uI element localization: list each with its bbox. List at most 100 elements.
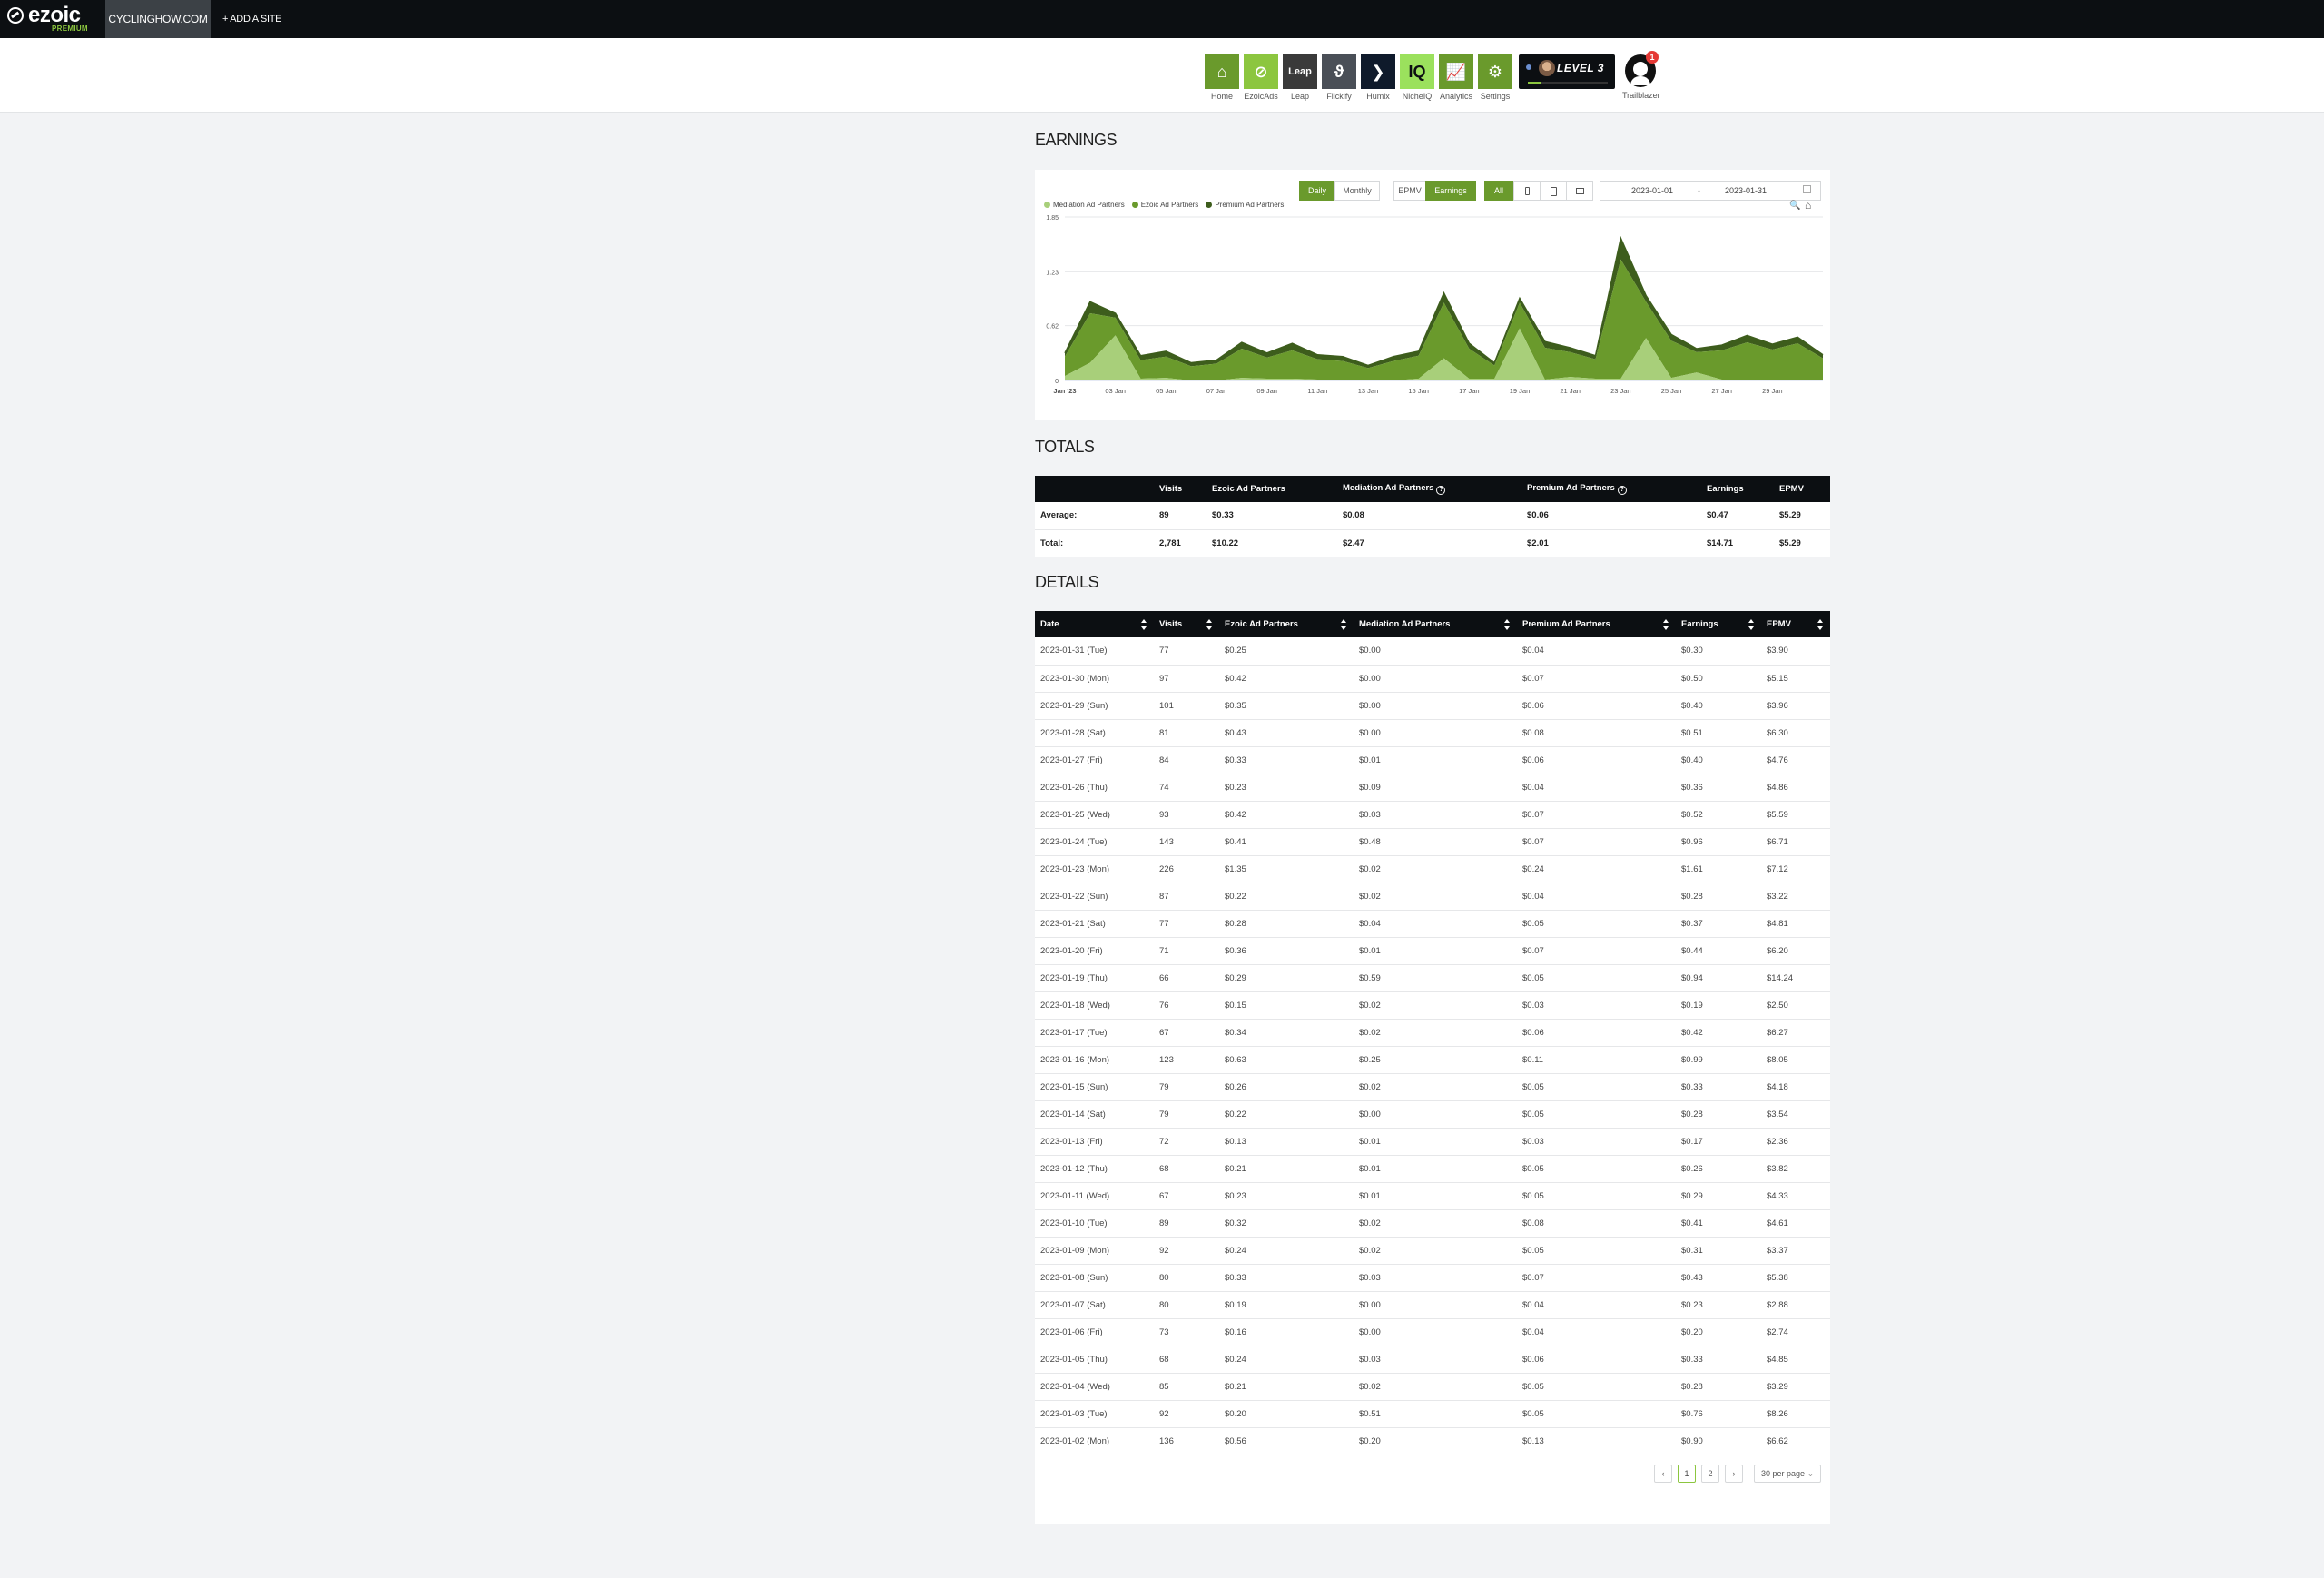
table-cell: 2023-01-29 (Sun) <box>1035 692 1154 720</box>
x-tick-label: 23 Jan <box>1610 387 1631 395</box>
app-analytics[interactable]: 📈 Analytics <box>1438 54 1474 101</box>
sort-icon[interactable] <box>1663 619 1669 630</box>
table-cell: 226 <box>1154 855 1219 883</box>
table-cell: 2023-01-07 (Sat) <box>1035 1291 1154 1319</box>
help-icon[interactable]: ? <box>1617 486 1627 495</box>
flickify-icon: ϑ <box>1322 54 1356 89</box>
y-tick-label: 1.85 <box>1046 215 1059 222</box>
column-header: Premium Ad Partners? <box>1521 476 1701 502</box>
table-cell: $0.04 <box>1517 1291 1676 1319</box>
table-cell: 2023-01-11 (Wed) <box>1035 1182 1154 1210</box>
details-title: DETAILS <box>1035 573 1099 591</box>
all-devices-toggle[interactable]: All <box>1484 181 1513 201</box>
table-cell: 84 <box>1154 746 1219 774</box>
sort-icon[interactable] <box>1504 619 1510 630</box>
column-header[interactable]: Mediation Ad Partners <box>1354 611 1517 637</box>
app-humix[interactable]: ❯ Humix <box>1360 54 1396 101</box>
add-site-link[interactable]: + ADD A SITE <box>222 0 281 38</box>
table-cell: $0.20 <box>1219 1400 1354 1428</box>
column-header[interactable]: Earnings <box>1676 611 1761 637</box>
column-header[interactable]: Ezoic Ad Partners <box>1219 611 1354 637</box>
date-start[interactable]: 2023-01-01 <box>1631 186 1673 195</box>
table-cell: $0.90 <box>1676 1427 1761 1455</box>
next-page-button[interactable]: › <box>1725 1465 1743 1483</box>
column-header[interactable]: Premium Ad Partners <box>1517 611 1676 637</box>
table-row: 2023-01-26 (Thu) 74 $0.23 $0.09 $0.04 $0.36 $4… <box>1035 774 1830 802</box>
column-header-label: Date <box>1040 619 1059 629</box>
epmv-toggle[interactable]: EPMV <box>1393 181 1426 201</box>
column-header-label: EPMV <box>1779 484 1804 494</box>
table-cell: 76 <box>1154 991 1219 1020</box>
desktop-toggle[interactable] <box>1566 181 1593 201</box>
table-cell: $0.21 <box>1219 1373 1354 1401</box>
analytics-icon: 📈 <box>1439 54 1473 89</box>
table-cell: $3.90 <box>1761 637 1830 666</box>
totals-title: TOTALS <box>1035 438 1095 456</box>
sort-icon[interactable] <box>1817 619 1823 630</box>
table-row: 2023-01-07 (Sat) 80 $0.19 $0.00 $0.04 $0.23 $2… <box>1035 1291 1830 1319</box>
table-cell: $0.05 <box>1517 1100 1676 1129</box>
per-page-select[interactable]: 30 per page ⌄ <box>1754 1465 1821 1483</box>
mobile-toggle[interactable] <box>1513 181 1541 201</box>
app-nicheiq[interactable]: IQ NicheIQ <box>1399 54 1435 101</box>
earnings-chart-card: Daily Monthly EPMV Earnings All 2023-01-… <box>1035 170 1830 420</box>
table-cell: $2.88 <box>1761 1291 1830 1319</box>
sort-icon[interactable] <box>1206 619 1212 630</box>
table-cell: $0.40 <box>1676 692 1761 720</box>
table-cell: $0.33 <box>1219 1264 1354 1292</box>
column-header-label: Premium Ad Partners <box>1527 483 1615 493</box>
app-label: NicheIQ <box>1402 92 1433 101</box>
table-cell: $0.42 <box>1219 665 1354 693</box>
table-cell: $0.25 <box>1219 637 1354 666</box>
calendar-icon[interactable] <box>1803 185 1811 193</box>
table-cell: 2023-01-05 (Thu) <box>1035 1346 1154 1374</box>
site-tab[interactable]: CYCLINGHOW.COM <box>105 0 211 38</box>
sort-icon[interactable] <box>1748 619 1754 630</box>
daily-toggle[interactable]: Daily <box>1299 181 1335 201</box>
table-row: 2023-01-05 (Thu) 68 $0.24 $0.03 $0.06 $0.33 $4… <box>1035 1346 1830 1374</box>
table-cell: 74 <box>1154 774 1219 802</box>
page-2-button[interactable]: 2 <box>1701 1465 1719 1483</box>
sort-icon[interactable] <box>1341 619 1346 630</box>
trailblazer-button[interactable]: 1 Trailblazer <box>1622 51 1660 100</box>
earnings-toggle[interactable]: Earnings <box>1425 181 1476 201</box>
table-cell: $0.01 <box>1354 1128 1517 1156</box>
table-row: 2023-01-29 (Sun) 101 $0.35 $0.00 $0.06 $0.40 $… <box>1035 692 1830 720</box>
y-tick-label: 0 <box>1055 379 1059 385</box>
column-header[interactable]: Date <box>1035 611 1154 637</box>
table-cell: $0.20 <box>1354 1427 1517 1455</box>
monthly-toggle[interactable]: Monthly <box>1334 181 1380 201</box>
table-row: 2023-01-10 (Tue) 89 $0.32 $0.02 $0.08 $0.41 $4… <box>1035 1209 1830 1238</box>
app-settings[interactable]: ⚙ Settings <box>1477 54 1513 101</box>
app-ezoicads[interactable]: ⊘ EzoicAds <box>1243 54 1279 101</box>
app-flickify[interactable]: ϑ Flickify <box>1321 54 1357 101</box>
help-icon[interactable]: ? <box>1436 486 1446 495</box>
table-cell: 2023-01-25 (Wed) <box>1035 801 1154 829</box>
app-home[interactable]: ⌂ Home <box>1204 54 1240 101</box>
table-cell: 72 <box>1154 1128 1219 1156</box>
table-cell: 2023-01-19 (Thu) <box>1035 964 1154 992</box>
column-header-label: Earnings <box>1707 484 1744 494</box>
table-row: 2023-01-03 (Tue) 92 $0.20 $0.51 $0.05 $0.76 $8… <box>1035 1400 1830 1428</box>
sort-icon[interactable] <box>1141 619 1147 630</box>
date-range-picker[interactable]: 2023-01-01 - 2023-01-31 <box>1600 181 1821 201</box>
humix-icon: ❯ <box>1361 54 1395 89</box>
table-cell: 2023-01-02 (Mon) <box>1035 1427 1154 1455</box>
tablet-toggle[interactable] <box>1540 181 1567 201</box>
table-row: 2023-01-06 (Fri) 73 $0.16 $0.00 $0.04 $0.20 $2… <box>1035 1318 1830 1346</box>
column-header[interactable]: EPMV <box>1761 611 1830 637</box>
table-cell: $0.51 <box>1354 1400 1517 1428</box>
table-cell: $0.32 <box>1219 1209 1354 1238</box>
table-cell: $0.02 <box>1354 1209 1517 1238</box>
column-header[interactable]: Visits <box>1154 611 1219 637</box>
ezoic-logo[interactable]: ezoic PREMIUM <box>5 4 96 35</box>
table-cell: $2.50 <box>1761 991 1830 1020</box>
app-leap[interactable]: Leap Leap <box>1282 54 1318 101</box>
date-end[interactable]: 2023-01-31 <box>1725 186 1767 195</box>
table-cell: 67 <box>1154 1019 1219 1047</box>
totals-table: Visits Ezoic Ad Partners Mediation Ad Part… <box>1035 476 1830 557</box>
level-widget[interactable]: LEVEL 3 <box>1519 54 1615 89</box>
prev-page-button[interactable]: ‹ <box>1654 1465 1672 1483</box>
table-row: 2023-01-16 (Mon) 123 $0.63 $0.25 $0.11 $0.99 $… <box>1035 1046 1830 1074</box>
page-1-button[interactable]: 1 <box>1678 1465 1696 1483</box>
